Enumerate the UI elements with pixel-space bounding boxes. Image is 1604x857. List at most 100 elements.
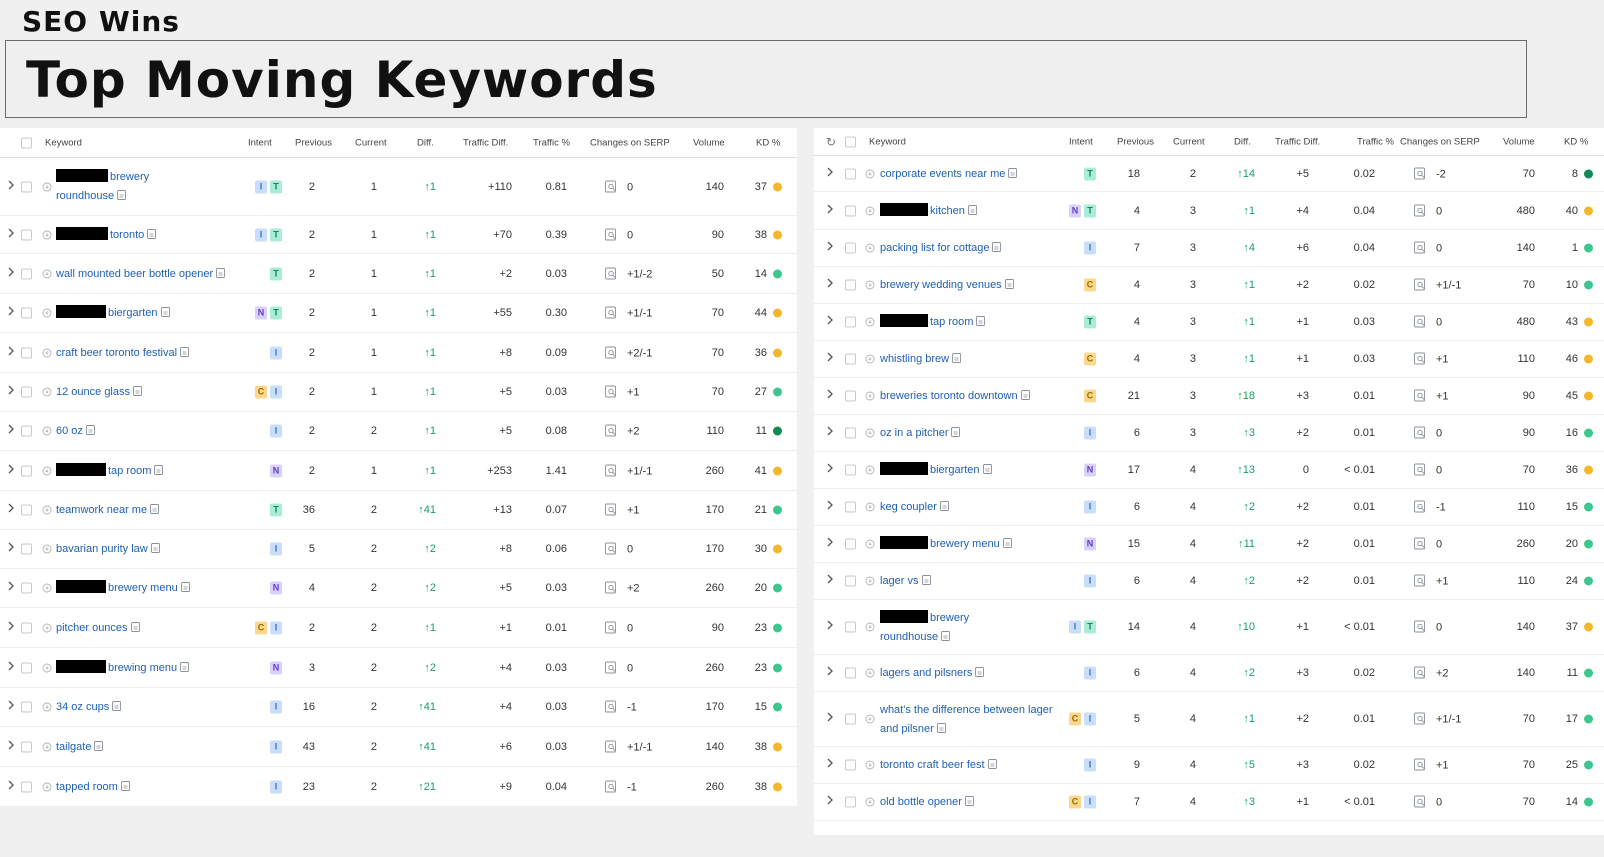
serp-snapshot-icon[interactable]: [605, 542, 617, 555]
expand-chevron-icon[interactable]: [7, 542, 17, 556]
keyword-text[interactable]: oz in a pitcher: [880, 427, 948, 439]
keyword-link[interactable]: lagers and pilsners: [880, 664, 985, 683]
expand-chevron-icon[interactable]: [7, 621, 17, 635]
keyword-text[interactable]: toronto craft beer fest: [880, 759, 985, 771]
expand-chevron-icon[interactable]: [826, 389, 836, 403]
serp-changes[interactable]: 0: [605, 661, 633, 674]
expand-chevron-icon[interactable]: [826, 167, 836, 181]
row-checkbox[interactable]: [845, 667, 856, 679]
serp-snapshot-icon[interactable]: [1414, 315, 1426, 328]
serp-snapshot-icon[interactable]: [605, 228, 617, 240]
serp-snapshot-icon[interactable]: [605, 346, 617, 358]
copy-icon[interactable]: [85, 425, 95, 435]
table-row[interactable]: tailgate I 43 2 ↑41 +6 0.03 +1/-1 140 38: [0, 727, 797, 767]
copy-icon[interactable]: [147, 229, 157, 239]
serp-snapshot-icon[interactable]: [605, 661, 617, 673]
serp-changes[interactable]: 0: [1414, 315, 1442, 329]
copy-icon[interactable]: [921, 575, 931, 585]
table-row[interactable]: tap room N 2 1 ↑1 +253 1.41 +1/-1 260 41: [0, 451, 797, 491]
expand-chevron-icon[interactable]: [7, 228, 17, 242]
serp-changes[interactable]: -1: [1414, 500, 1446, 514]
keyword-link[interactable]: brewery menu: [56, 579, 190, 598]
keyword-text[interactable]: breweries toronto downtown: [880, 390, 1018, 402]
row-checkbox[interactable]: [21, 347, 32, 358]
row-checkbox[interactable]: [845, 501, 856, 513]
serp-changes[interactable]: 0: [1414, 204, 1442, 217]
table-row[interactable]: brewery wedding venues C 4 3 ↑1 +2 0.02 +1/-1 70…: [814, 267, 1604, 304]
copy-icon[interactable]: [150, 504, 160, 514]
expand-chevron-icon[interactable]: [826, 795, 836, 809]
copy-icon[interactable]: [1004, 279, 1014, 289]
select-all-checkbox[interactable]: [845, 136, 856, 147]
keyword-text[interactable]: packing list for cottage: [880, 242, 989, 254]
row-checkbox[interactable]: [845, 316, 856, 328]
keyword-text[interactable]: brewery: [110, 171, 149, 183]
serp-changes[interactable]: +1/-1: [605, 740, 652, 753]
keyword-text[interactable]: and pilsner: [880, 723, 934, 735]
table-row[interactable]: teamwork near me T 36 2 ↑41 +13 0.07 +1 170 21: [0, 491, 797, 530]
serp-changes[interactable]: +2: [605, 581, 640, 595]
keyword-link[interactable]: toronto: [56, 226, 157, 245]
serp-changes[interactable]: +1/-1: [1414, 278, 1461, 292]
serp-snapshot-icon[interactable]: [1414, 278, 1426, 291]
row-checkbox[interactable]: [845, 427, 856, 439]
keyword-link[interactable]: what's the difference between lager and p…: [880, 701, 1053, 739]
row-checkbox[interactable]: [845, 242, 856, 254]
keyword-link[interactable]: tailgate: [56, 738, 104, 757]
table-row[interactable]: craft beer toronto festival I 2 1 ↑1 +8 0.09 +2…: [0, 333, 797, 373]
keyword-text[interactable]: what's the difference between lager: [880, 704, 1053, 716]
serp-changes[interactable]: +1: [1414, 389, 1449, 403]
table-row[interactable]: 12 ounce glass C I 2 1 ↑1 +5 0.03 +1 70 27: [0, 373, 797, 412]
row-checkbox[interactable]: [845, 168, 856, 179]
serp-changes[interactable]: 0: [1414, 537, 1442, 551]
serp-snapshot-icon[interactable]: [1414, 241, 1426, 254]
copy-icon[interactable]: [1008, 168, 1018, 178]
select-all-checkbox[interactable]: [21, 137, 32, 148]
keyword-text[interactable]: biergarten: [930, 464, 980, 476]
table-row[interactable]: old bottle opener C I 7 4 ↑3 +1 < 0.01 0 70 14: [814, 784, 1604, 821]
row-checkbox[interactable]: [845, 353, 856, 365]
serp-changes[interactable]: +1: [1414, 352, 1449, 366]
serp-changes[interactable]: +1: [1414, 758, 1449, 772]
table-row[interactable]: toronto craft beer fest I 9 4 ↑5 +3 0.02 +1 70 25: [814, 747, 1604, 784]
row-checkbox[interactable]: [845, 390, 856, 402]
serp-snapshot-icon[interactable]: [1414, 537, 1426, 550]
column-header-kd[interactable]: KD %: [1564, 136, 1588, 147]
table-row[interactable]: tap room T 4 3 ↑1 +1 0.03 0 480 43: [814, 304, 1604, 341]
expand-chevron-icon[interactable]: [826, 241, 836, 255]
keyword-link[interactable]: wall mounted beer bottle opener: [56, 265, 226, 284]
column-header-previous[interactable]: Previous: [1117, 136, 1154, 147]
table-row[interactable]: lagers and pilsners I 6 4 ↑2 +3 0.02 +2 140 11: [814, 655, 1604, 692]
keyword-link[interactable]: 60 oz: [56, 422, 95, 441]
keyword-text[interactable]: teamwork near me: [56, 504, 147, 516]
keyword-link[interactable]: tap room: [56, 462, 164, 481]
serp-snapshot-icon[interactable]: [1414, 758, 1426, 771]
keyword-text[interactable]: tap room: [108, 465, 151, 477]
keyword-link[interactable]: breweries toronto downtown: [880, 387, 1030, 406]
table-row[interactable]: brewing menu N 3 2 ↑2 +4 0.03 0 260 23: [0, 648, 797, 688]
keyword-link[interactable]: packing list for cottage: [880, 239, 1002, 258]
table-row[interactable]: pitcher ounces C I 2 2 ↑1 +1 0.01 0 90 23: [0, 608, 797, 648]
keyword-link[interactable]: oz in a pitcher: [880, 424, 961, 443]
table-row[interactable]: brewery menu N 4 2 ↑2 +5 0.03 +2 260 20: [0, 569, 797, 608]
table-row[interactable]: oz in a pitcher I 6 3 ↑3 +2 0.01 0 90 16: [814, 415, 1604, 452]
table-row[interactable]: packing list for cottage I 7 3 ↑4 +6 0.04 0 140 1: [814, 230, 1604, 267]
keyword-link[interactable]: 34 oz cups: [56, 698, 122, 717]
column-header-diff[interactable]: Diff.: [417, 137, 434, 148]
expand-chevron-icon[interactable]: [826, 537, 836, 551]
serp-changes[interactable]: 0: [605, 542, 633, 556]
keyword-link[interactable]: bavarian purity law: [56, 540, 160, 559]
keyword-link[interactable]: lager vs: [880, 572, 931, 591]
keyword-text[interactable]: lagers and pilsners: [880, 667, 972, 679]
serp-changes[interactable]: 0: [605, 228, 633, 241]
serp-changes[interactable]: -1: [605, 700, 637, 714]
expand-chevron-icon[interactable]: [7, 700, 17, 714]
serp-changes[interactable]: -1: [605, 780, 637, 793]
keyword-link[interactable]: old bottle opener: [880, 793, 974, 812]
row-checkbox[interactable]: [845, 205, 856, 216]
column-header-volume[interactable]: Volume: [1503, 136, 1535, 147]
serp-changes[interactable]: 0: [1414, 426, 1442, 440]
row-checkbox[interactable]: [21, 181, 32, 192]
keyword-text[interactable]: lager vs: [880, 575, 919, 587]
copy-icon[interactable]: [180, 347, 190, 357]
